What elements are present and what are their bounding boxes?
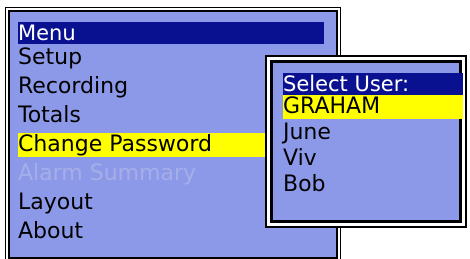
menu-item-about[interactable]: About: [18, 220, 324, 244]
user-item-graham[interactable]: GRAHAM: [283, 95, 463, 119]
user-item-label: June: [283, 120, 331, 145]
select-user-submenu: Select User: GRAHAM June Viv Bob: [270, 60, 463, 223]
user-item-june[interactable]: June: [283, 121, 463, 145]
user-item-bob[interactable]: Bob: [283, 173, 463, 197]
user-item-label: Bob: [283, 172, 326, 197]
menu-item-label: Setup: [18, 45, 83, 70]
user-item-label: GRAHAM: [283, 94, 381, 119]
menu-item-change-password[interactable]: Change Password: [18, 133, 272, 157]
menu-item-label: About: [18, 219, 84, 244]
menu-item-label: Layout: [18, 190, 93, 215]
menu-item-label: Alarm Summary: [18, 161, 197, 186]
main-menu-title: Menu: [18, 22, 324, 44]
menu-item-label: Totals: [18, 103, 81, 128]
user-item-viv[interactable]: Viv: [283, 147, 463, 171]
user-item-label: Viv: [283, 146, 317, 171]
menu-item-label: Change Password: [18, 132, 212, 157]
select-user-title: Select User:: [283, 73, 463, 95]
menu-item-label: Recording: [18, 74, 129, 99]
